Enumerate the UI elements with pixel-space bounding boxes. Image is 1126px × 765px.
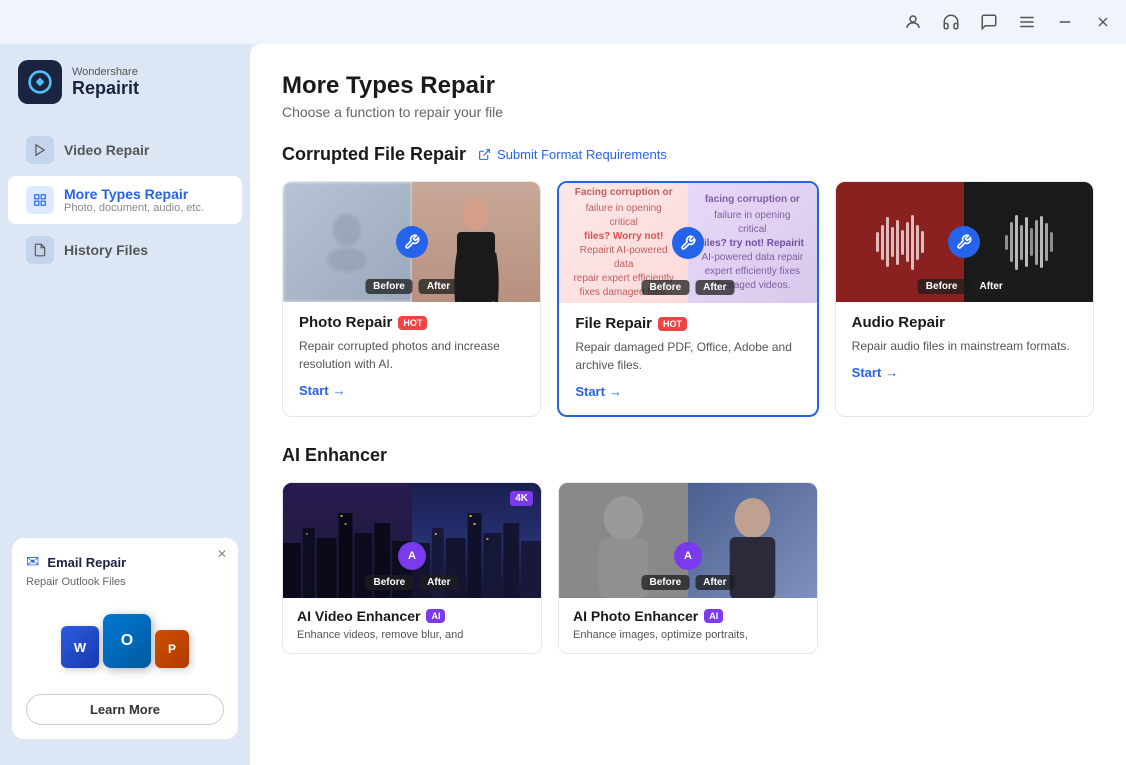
photo-repair-title: Photo Repair <box>299 314 392 331</box>
file-repair-image: Facing corruption or failure in opening … <box>559 183 816 303</box>
ai-photo-enhancer-card[interactable]: A Before After AI Photo Enhancer AI E <box>558 482 818 654</box>
promo-card: ✕ ✉ Email Repair Repair Outlook Files W … <box>12 538 238 739</box>
repair-cards-grid: Before After Photo Repair HOT Repair cor… <box>282 181 1094 417</box>
page-header: More Types Repair Choose a function to r… <box>282 72 1094 120</box>
sidebar-item-more-types-repair[interactable]: More Types Repair Photo, document, audio… <box>8 176 242 224</box>
audio-waveform-before <box>876 212 924 272</box>
learn-more-button[interactable]: Learn More <box>26 694 224 725</box>
photo-repair-card[interactable]: Before After Photo Repair HOT Repair cor… <box>282 181 541 417</box>
corrupted-file-repair-section: Corrupted File Repair Submit Format Requ… <box>282 144 1094 417</box>
logo-text: Wondershare Repairit <box>72 66 139 99</box>
ai-cards-grid: 4K A Before After AI Video Enhancer AI <box>282 482 1094 654</box>
promo-title: Email Repair <box>47 555 126 570</box>
ai-video-enhancer-card[interactable]: 4K A Before After AI Video Enhancer AI <box>282 482 542 654</box>
account-icon[interactable] <box>902 11 924 33</box>
ai-video-overlay-icon: A <box>398 542 426 570</box>
video-repair-icon <box>26 136 54 164</box>
main-content: More Types Repair Choose a function to r… <box>250 44 1126 765</box>
file-repair-card[interactable]: Facing corruption or failure in opening … <box>557 181 818 417</box>
sidebar-logo: Wondershare Repairit <box>0 60 250 124</box>
ai-photo-enhancer-desc: Enhance images, optimize portraits, <box>573 628 803 643</box>
photo-repair-overlay-icon <box>396 226 428 258</box>
sidebar-item-video-repair[interactable]: Video Repair <box>8 126 242 174</box>
close-icon[interactable] <box>1092 11 1114 33</box>
sidebar-item-history-files[interactable]: History Files <box>8 226 242 274</box>
audio-repair-card[interactable]: Before After Audio Repair Repair audio f… <box>835 181 1094 417</box>
submit-format-requirements-link[interactable]: Submit Format Requirements <box>478 147 667 162</box>
file-repair-overlay-icon <box>672 227 704 259</box>
email-repair-icon: ✉ <box>26 552 39 572</box>
page-title: More Types Repair <box>282 72 1094 100</box>
ai-enhancer-section: AI Enhancer <box>282 445 1094 654</box>
ai-photo-enhancer-image: A Before After <box>559 483 817 598</box>
audio-repair-overlay-icon <box>948 226 980 258</box>
sidebar-item-more-types-sub: Photo, document, audio, etc. <box>64 202 204 214</box>
logo-brand: Wondershare <box>72 66 139 78</box>
sidebar-item-history-files-label: History Files <box>64 242 148 258</box>
promo-close-button[interactable]: ✕ <box>214 546 230 562</box>
photo-after-label: After <box>419 279 458 294</box>
ai-video-enhancer-title: AI Video Enhancer <box>297 608 420 624</box>
promo-subtitle: Repair Outlook Files <box>26 576 224 588</box>
minimize-icon[interactable] <box>1054 11 1076 33</box>
sidebar-item-video-repair-label: Video Repair <box>64 142 149 158</box>
audio-repair-desc: Repair audio files in mainstream formats… <box>852 337 1077 355</box>
file-before-label: Before <box>641 280 689 295</box>
logo-name: Repairit <box>72 78 139 99</box>
file-repair-badge: HOT <box>658 317 687 331</box>
ai-video-enhancer-image: 4K A Before After <box>283 483 541 598</box>
ai-enhancer-title: AI Enhancer <box>282 445 387 466</box>
chat-icon[interactable] <box>978 11 1000 33</box>
corrupted-file-repair-title: Corrupted File Repair <box>282 144 466 165</box>
sidebar: Wondershare Repairit Video Repair <box>0 44 250 765</box>
more-types-repair-icon <box>26 186 54 214</box>
photo-repair-start-button[interactable]: Start → <box>299 383 524 398</box>
ai-photo-badge: AI <box>704 609 723 623</box>
audio-after-label: After <box>971 279 1010 294</box>
file-repair-desc: Repair damaged PDF, Office, Adobe and ar… <box>575 338 800 374</box>
page-subtitle: Choose a function to repair your file <box>282 104 1094 120</box>
ai-photo-overlay-icon: A <box>674 542 702 570</box>
app-body: Wondershare Repairit Video Repair <box>0 44 1126 765</box>
file-repair-title: File Repair <box>575 315 652 332</box>
menu-icon[interactable] <box>1016 11 1038 33</box>
photo-repair-image: Before After <box>283 182 540 302</box>
file-after-label: After <box>695 280 734 295</box>
audio-repair-image: Before After <box>836 182 1093 302</box>
photo-repair-desc: Repair corrupted photos and increase res… <box>299 337 524 373</box>
photo-before-label: Before <box>365 279 413 294</box>
history-files-icon <box>26 236 54 264</box>
audio-before-label: Before <box>918 279 966 294</box>
ai-video-enhancer-desc: Enhance videos, remove blur, and <box>297 628 527 643</box>
photo-repair-badge: HOT <box>398 316 427 330</box>
file-repair-start-button[interactable]: Start → <box>575 384 800 399</box>
logo-icon <box>18 60 62 104</box>
ai-video-badge: AI <box>426 609 445 623</box>
audio-repair-title: Audio Repair <box>852 314 945 331</box>
badge-4k: 4K <box>510 491 533 506</box>
audio-waveform-after <box>1005 212 1053 272</box>
sidebar-item-more-types-label: More Types Repair <box>64 186 204 202</box>
promo-image: W O P <box>26 596 224 686</box>
sidebar-nav: Video Repair More Types Repair Photo, do… <box>0 124 250 528</box>
ai-photo-enhancer-title: AI Photo Enhancer <box>573 608 698 624</box>
headset-icon[interactable] <box>940 11 962 33</box>
title-bar <box>0 0 1126 44</box>
audio-repair-start-button[interactable]: Start → <box>852 365 1077 380</box>
